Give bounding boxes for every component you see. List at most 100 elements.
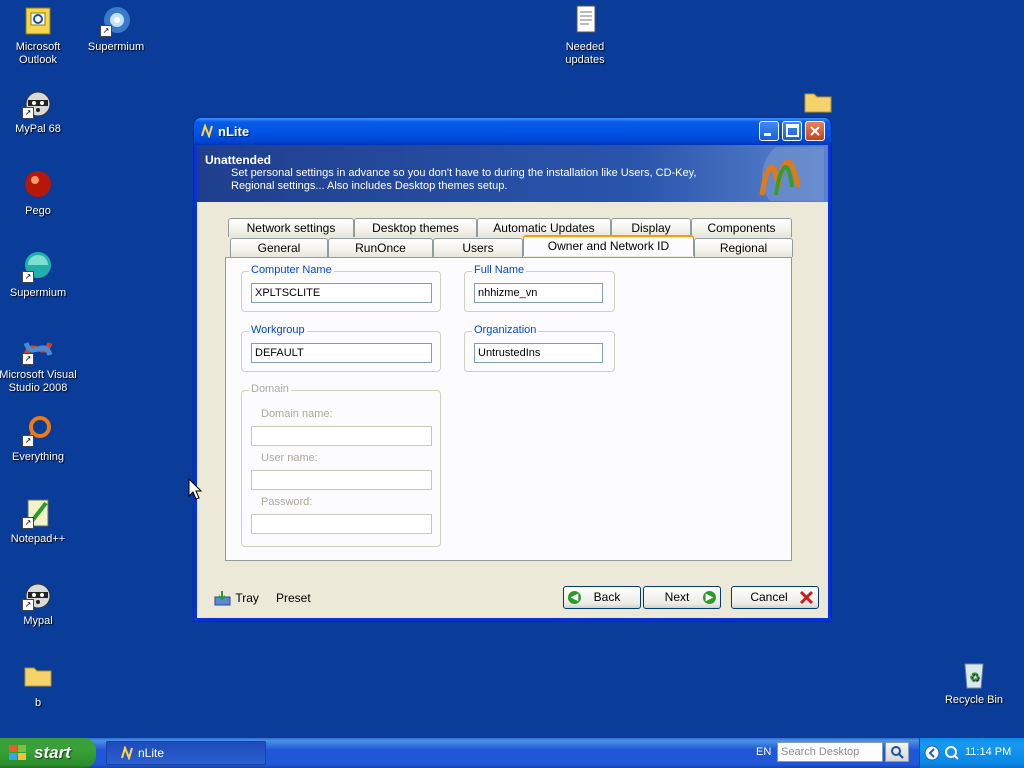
start-label: start bbox=[34, 743, 71, 762]
pego-icon bbox=[22, 169, 54, 201]
search-button[interactable] bbox=[885, 742, 909, 762]
nlite-logo-icon bbox=[732, 137, 842, 217]
desktop-icon-label: Supermium bbox=[87, 41, 145, 53]
taskbar: start nLite EN Search Desktop 11:14 PM bbox=[0, 738, 1024, 768]
tab-components[interactable]: Components bbox=[691, 218, 792, 237]
desktop-icon-mypal68[interactable]: ↗ MyPal 68 bbox=[0, 87, 78, 136]
organization-field[interactable]: UntrustedIns bbox=[474, 343, 603, 363]
desktop-icon-needed-updates[interactable]: Needed updates bbox=[545, 5, 625, 67]
desktop-icon-everything[interactable]: ↗ Everything bbox=[0, 415, 78, 464]
nlite-window: nLite Unattended Set personal settings i… bbox=[194, 118, 842, 621]
recycle-bin-icon: ♻ bbox=[958, 658, 990, 690]
tray-icon bbox=[214, 590, 232, 606]
user-name-field[interactable] bbox=[251, 470, 432, 490]
network-icon[interactable] bbox=[944, 745, 960, 761]
system-tray: 11:14 PM bbox=[919, 738, 1024, 768]
tray-expand-icon[interactable] bbox=[924, 745, 940, 761]
nlite-app-icon bbox=[200, 122, 214, 140]
tray-label: Tray bbox=[235, 591, 259, 605]
window-title: nLite bbox=[218, 124, 250, 139]
desktop-icon-label: Mypal bbox=[23, 615, 53, 627]
shortcut-arrow-icon: ↗ bbox=[22, 271, 34, 283]
raccoon-icon: ↗ bbox=[22, 87, 54, 119]
back-arrow-icon: ◀ bbox=[568, 591, 581, 604]
search-icon bbox=[886, 746, 908, 764]
close-button[interactable] bbox=[805, 121, 825, 141]
cancel-button[interactable]: Cancel bbox=[731, 586, 819, 609]
desktop-icon-label: Notepad++ bbox=[10, 533, 66, 545]
desktop-icon-pego[interactable]: Pego bbox=[0, 169, 78, 218]
next-button[interactable]: Next ▶ bbox=[643, 586, 721, 609]
shortcut-arrow-icon: ↗ bbox=[22, 353, 34, 365]
domain-name-field[interactable] bbox=[251, 426, 432, 446]
taskbar-item-nlite[interactable]: nLite bbox=[106, 741, 266, 765]
back-label: Back bbox=[593, 590, 621, 604]
desktop-icon-outlook[interactable]: Microsoft Outlook bbox=[0, 5, 78, 67]
tab-runonce[interactable]: RunOnce bbox=[328, 238, 433, 257]
desktop-icon-label: Pego bbox=[25, 205, 51, 217]
desktop-icon-visual-studio[interactable]: ↗ Microsoft Visual Studio 2008 bbox=[0, 333, 78, 395]
desktop-icon-folder-b[interactable]: b bbox=[0, 661, 78, 710]
user-name-label: User name: bbox=[261, 452, 318, 464]
tab-general[interactable]: General bbox=[230, 238, 328, 257]
page-description: Set personal settings in advance so you … bbox=[231, 167, 697, 192]
domain-name-label: Domain name: bbox=[261, 408, 333, 420]
desktop-icon-label: Supermium bbox=[9, 287, 67, 299]
desktop-icon-label: MyPal 68 bbox=[15, 123, 61, 135]
tab-network-settings[interactable]: Network settings bbox=[228, 218, 354, 237]
tab-users[interactable]: Users bbox=[433, 238, 523, 257]
preset-link[interactable]: Preset bbox=[276, 591, 311, 605]
shortcut-arrow-icon: ↗ bbox=[100, 25, 112, 37]
organization-group: Organization UntrustedIns bbox=[464, 324, 615, 372]
next-arrow-icon: ▶ bbox=[703, 591, 716, 604]
svg-text:♻: ♻ bbox=[969, 670, 980, 684]
language-indicator[interactable]: EN bbox=[756, 746, 771, 758]
cancel-label: Cancel bbox=[750, 590, 788, 604]
document-icon bbox=[569, 5, 601, 37]
clock[interactable]: 11:14 PM bbox=[965, 746, 1011, 758]
desktop-icon-label: b bbox=[34, 697, 42, 709]
start-button[interactable]: start bbox=[0, 738, 96, 768]
windows-flag-icon bbox=[9, 745, 27, 761]
cancel-x-icon bbox=[799, 590, 814, 605]
tab-regional[interactable]: Regional bbox=[694, 238, 793, 257]
full-name-field[interactable]: nhhizme_vn bbox=[474, 283, 603, 303]
domain-label: Domain bbox=[249, 383, 291, 395]
full-name-label: Full Name bbox=[472, 264, 527, 276]
desktop-icon-mypal[interactable]: ↗ Mypal bbox=[0, 579, 78, 628]
visual-studio-icon: ↗ bbox=[22, 333, 54, 365]
desktop-icon-supermium-top[interactable]: ↗ Supermium bbox=[76, 5, 156, 54]
desktop-icon-label: Everything bbox=[12, 451, 64, 463]
computer-name-group: Computer Name XPLTSCLITE bbox=[241, 264, 441, 312]
desktop-icon-label: Microsoft Visual Studio 2008 bbox=[0, 369, 77, 394]
desktop-icon-recycle-bin[interactable]: ♻ Recycle Bin bbox=[934, 658, 1014, 707]
tab-desktop-themes[interactable]: Desktop themes bbox=[354, 218, 477, 237]
domain-group: Domain Domain name: User name: Password: bbox=[241, 383, 441, 547]
tray-button[interactable]: Tray bbox=[214, 590, 259, 608]
search-desktop-input[interactable]: Search Desktop bbox=[777, 742, 883, 762]
supermium-icon: ↗ bbox=[100, 5, 132, 37]
page-banner: Unattended Set personal settings in adva… bbox=[197, 137, 842, 217]
next-label: Next bbox=[664, 590, 690, 604]
computer-name-field[interactable]: XPLTSCLITE bbox=[251, 283, 432, 303]
minimize-button[interactable] bbox=[759, 121, 779, 141]
back-button[interactable]: ◀ Back bbox=[563, 586, 641, 609]
desktop-icon-supermium[interactable]: ↗ Supermium bbox=[0, 251, 78, 300]
workgroup-field[interactable]: DEFAULT bbox=[251, 343, 432, 363]
organization-label: Organization bbox=[472, 324, 539, 336]
raccoon-icon: ↗ bbox=[22, 579, 54, 611]
full-name-group: Full Name nhhizme_vn bbox=[464, 264, 615, 312]
password-field[interactable] bbox=[251, 514, 432, 534]
page-heading: Unattended bbox=[205, 153, 271, 167]
nlite-task-icon bbox=[120, 744, 134, 762]
desktop-icon-label: Needed updates bbox=[565, 41, 605, 66]
window-titlebar[interactable]: nLite bbox=[194, 118, 831, 145]
password-label: Password: bbox=[261, 496, 313, 508]
maximize-button[interactable] bbox=[782, 121, 802, 141]
folder-icon bbox=[802, 87, 834, 119]
tab-owner-network-id[interactable]: Owner and Network ID bbox=[523, 235, 694, 256]
folder-icon bbox=[22, 661, 54, 693]
desktop-icon-notepadpp[interactable]: ↗ Notepad++ bbox=[0, 497, 78, 546]
supermium-icon: ↗ bbox=[22, 251, 54, 283]
shortcut-arrow-icon: ↗ bbox=[22, 435, 34, 447]
